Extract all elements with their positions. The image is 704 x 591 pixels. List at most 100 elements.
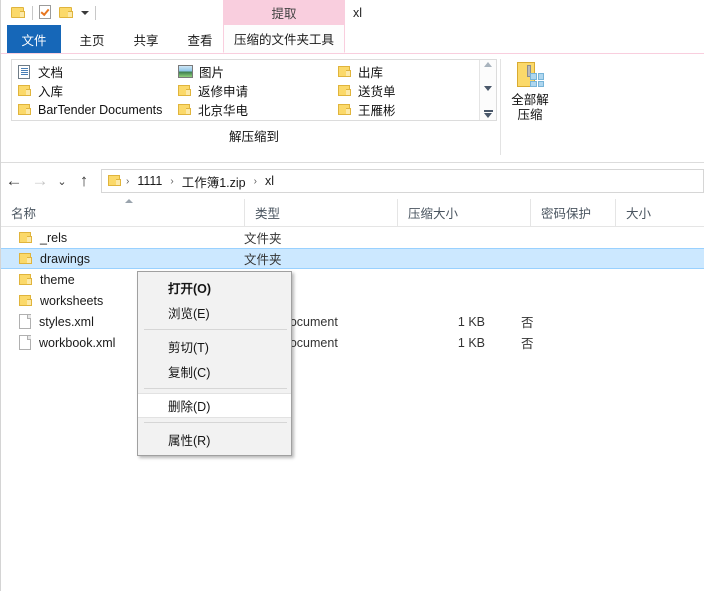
extract-all-button[interactable]: 全部解 压缩 [505, 62, 555, 123]
up-button[interactable]: ↑ [71, 168, 97, 194]
gallery-item-chuku[interactable]: 出库 [334, 62, 474, 81]
tab-compressed-folder-tools[interactable]: 压缩的文件夹工具 [223, 25, 345, 53]
sort-ascending-icon [125, 199, 133, 203]
table-row[interactable]: _rels 文件夹 [1, 227, 704, 248]
grid-cell [537, 73, 544, 80]
column-header-label: 压缩大小 [408, 207, 459, 221]
folder-icon [18, 84, 32, 97]
breadcrumb[interactable]: › 1111 › 工作簿1.zip › xl [101, 169, 704, 193]
gallery-item-pictures[interactable]: 图片 [174, 62, 334, 81]
gallery-column-2: 图片 返修申请 北京华电 [174, 62, 334, 120]
file-protected-cell: 否 [521, 337, 534, 351]
context-menu-item-copy[interactable]: 复制(C) [138, 359, 291, 384]
file-protected-cell: 否 [521, 316, 534, 330]
context-menu-separator [144, 388, 287, 389]
gallery-item-label: 入库 [38, 85, 64, 99]
breadcrumb-item-zip[interactable]: 工作簿1.zip [178, 172, 250, 191]
folder-icon [19, 273, 33, 286]
qat-separator-1 [32, 5, 33, 20]
gallery-item-label: 出库 [358, 66, 384, 80]
window-title: xl [353, 5, 363, 20]
folder-icon [178, 103, 192, 116]
table-row[interactable]: styles.xml owser Document 1 KB 否 [1, 311, 704, 332]
gallery-columns: 文档 入库 BarTender Documents 图片 返修申请 北京华电 出… [12, 60, 479, 120]
tab-view[interactable]: 查看 [175, 25, 225, 53]
gallery-item-wangyanbin[interactable]: 王雁彬 [334, 100, 474, 119]
gallery-item-bartender-documents[interactable]: BarTender Documents [14, 100, 174, 119]
folder-icon [19, 231, 33, 244]
context-menu-item-delete[interactable]: 删除(D) [138, 393, 291, 418]
file-name-cell: _rels [1, 231, 244, 245]
file-name-label: worksheets [40, 293, 104, 308]
zip-folder-icon [515, 62, 545, 90]
file-compressed-size-cell: 1 KB [457, 314, 485, 329]
breadcrumb-item-xl[interactable]: xl [261, 174, 278, 188]
breadcrumb-item-1111[interactable]: 1111 [133, 174, 166, 188]
column-header-size[interactable]: 大小 [615, 199, 703, 226]
new-folder-icon[interactable] [59, 6, 74, 19]
folder-icon[interactable] [11, 6, 26, 19]
gallery-item-label: BarTender Documents [38, 102, 163, 117]
file-type-cell: 文件夹 [244, 232, 282, 246]
column-header-name[interactable]: 名称 [1, 199, 244, 226]
gallery-item-label: 返修申请 [198, 85, 249, 99]
context-menu-item-cut[interactable]: 剪切(T) [138, 334, 291, 359]
column-header-type[interactable]: 类型 [244, 199, 397, 226]
breadcrumb-separator[interactable]: › [252, 176, 259, 187]
back-button[interactable]: ← [1, 168, 27, 194]
folder-icon [108, 175, 122, 187]
column-header-label: 类型 [255, 207, 281, 221]
folder-icon [178, 84, 192, 97]
table-row[interactable]: worksheets [1, 290, 704, 311]
column-header-password-protected[interactable]: 密码保护 [530, 199, 615, 226]
tab-share[interactable]: 共享 [121, 25, 171, 53]
tab-file[interactable]: 文件 [7, 25, 61, 53]
gallery-scrollbar[interactable] [479, 60, 496, 120]
context-menu-item-browse[interactable]: 浏览(E) [138, 300, 291, 325]
table-row[interactable]: theme [1, 269, 704, 290]
table-row[interactable]: workbook.xml owser Document 1 KB 否 [1, 332, 704, 353]
ribbon-tab-strip: 文件 主页 共享 查看 压缩的文件夹工具 [1, 25, 704, 54]
gallery-column-1: 文档 入库 BarTender Documents [14, 62, 174, 120]
gallery-item-label: 王雁彬 [358, 104, 396, 118]
column-header-compressed-size[interactable]: 压缩大小 [397, 199, 530, 226]
extract-all-label-line1: 全部解 [511, 93, 549, 107]
file-name-label: drawings [40, 251, 91, 266]
context-menu-item-open[interactable]: 打开(O) [138, 275, 291, 300]
pictures-library-icon [178, 65, 193, 78]
file-name-label: styles.xml [39, 314, 94, 329]
context-menu-separator [144, 329, 287, 330]
folder-icon [338, 84, 352, 97]
gallery-item-beijinghuadian[interactable]: 北京华电 [174, 100, 334, 119]
forward-button[interactable]: → [27, 168, 53, 194]
column-headers: 名称 类型 压缩大小 密码保护 大小 [1, 199, 704, 227]
tab-home[interactable]: 主页 [67, 25, 117, 53]
chevron-down-icon[interactable] [81, 10, 89, 15]
gallery-item-fanxiushenqing[interactable]: 返修申请 [174, 81, 334, 100]
gallery-item-label: 文档 [38, 66, 64, 80]
context-menu-item-properties[interactable]: 属性(R) [138, 427, 291, 452]
xml-file-icon [19, 314, 32, 329]
gallery-item-songhuodan[interactable]: 送货单 [334, 81, 474, 100]
column-header-label: 名称 [11, 207, 37, 221]
breadcrumb-separator[interactable]: › [168, 176, 175, 187]
grid-cell [537, 80, 544, 87]
extract-all-label-line2: 压缩 [517, 108, 543, 122]
gallery-item-ruku[interactable]: 入库 [14, 81, 174, 100]
gallery-item-documents[interactable]: 文档 [14, 62, 174, 81]
file-name-label: _rels [40, 230, 68, 245]
scroll-up-icon[interactable] [484, 62, 492, 67]
quick-access-toolbar [1, 0, 96, 25]
extract-to-gallery: 文档 入库 BarTender Documents 图片 返修申请 北京华电 出… [11, 59, 497, 121]
gallery-more-icon[interactable] [483, 110, 493, 118]
ribbon-group-divider [500, 59, 501, 155]
folder-icon [338, 65, 352, 78]
scroll-down-icon[interactable] [484, 86, 492, 91]
properties-icon[interactable] [39, 5, 53, 20]
table-row[interactable]: drawings 文件夹 [1, 248, 704, 269]
column-header-label: 密码保护 [541, 207, 592, 221]
file-name-cell: drawings [1, 252, 244, 266]
folder-icon [338, 103, 352, 116]
breadcrumb-separator[interactable]: › [124, 176, 131, 187]
recent-locations-button[interactable]: ⌄ [53, 168, 71, 194]
